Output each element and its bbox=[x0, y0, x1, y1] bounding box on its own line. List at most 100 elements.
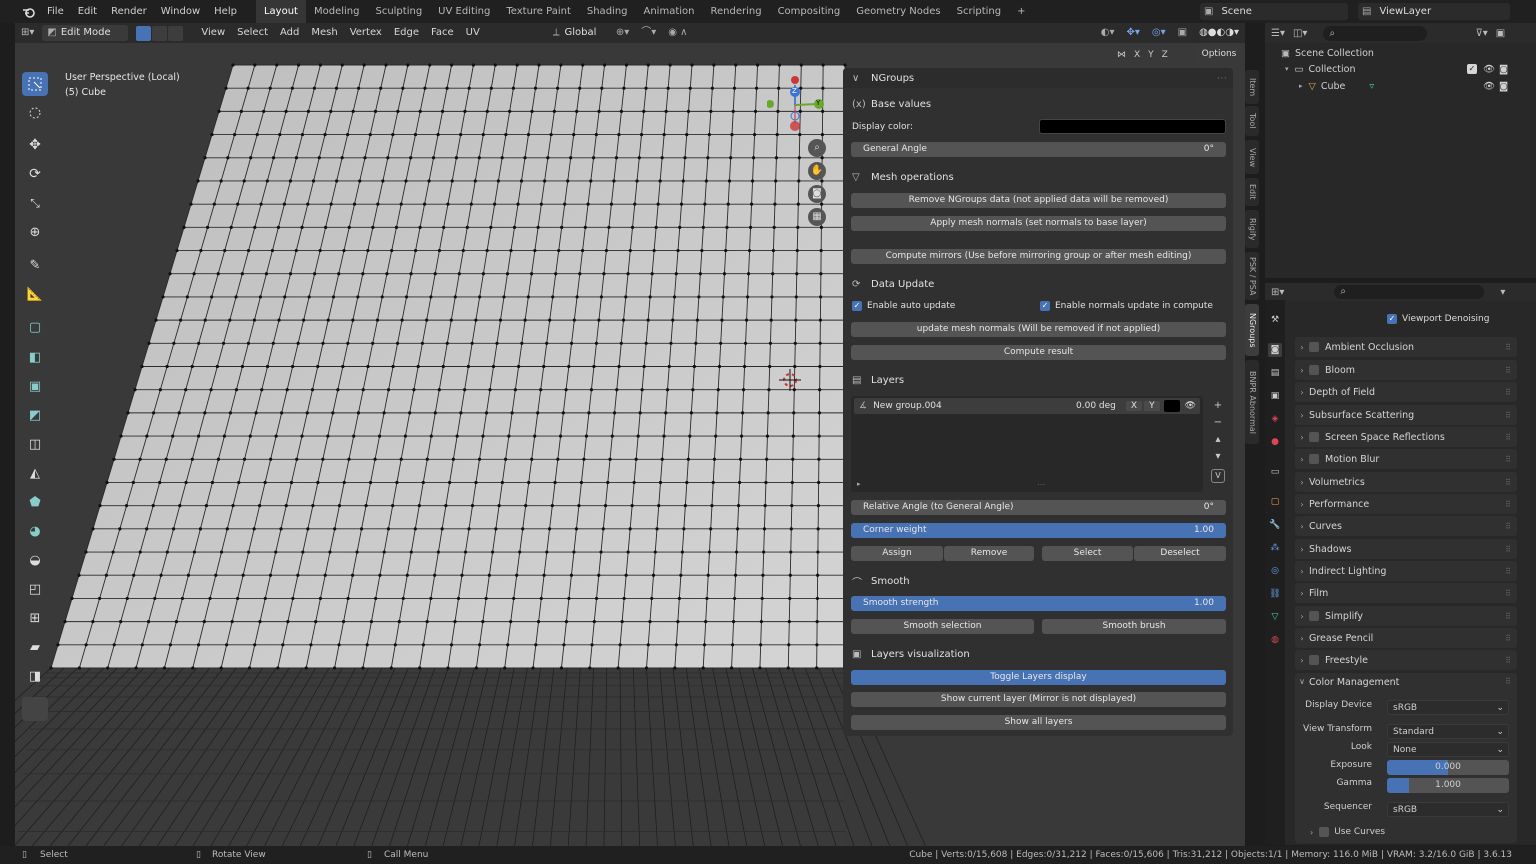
edge-select-icon[interactable] bbox=[152, 25, 168, 41]
auto-update-checkbox[interactable]: ✓ Enable auto update bbox=[852, 301, 955, 311]
blender-logo-icon[interactable] bbox=[18, 0, 40, 23]
exposure-slider[interactable]: 0.000 bbox=[1387, 760, 1509, 775]
scale-icon[interactable]: ⤡ bbox=[22, 191, 48, 215]
move-icon[interactable]: ✥ bbox=[22, 133, 48, 157]
compute-result-button[interactable]: Compute result bbox=[851, 345, 1226, 360]
drag-grip-icon[interactable]: ⠿ bbox=[1505, 634, 1511, 643]
section-curves[interactable]: › Curves ⠿ bbox=[1295, 516, 1517, 536]
transform-orientation-dropdown[interactable]: ⟂ Global bbox=[547, 25, 610, 41]
mesh-data-icon[interactable]: ▿ bbox=[1369, 81, 1374, 92]
proportional-edit-icon[interactable]: ◉ ∧ bbox=[662, 25, 693, 41]
tab-compositing[interactable]: Compositing bbox=[770, 0, 849, 23]
scene-selector[interactable]: ▣ Scene bbox=[1200, 3, 1348, 20]
move-up-icon[interactable]: ▴ bbox=[1211, 431, 1225, 448]
menu-select[interactable]: Select bbox=[231, 25, 274, 41]
drag-grip-icon[interactable]: ⠿ bbox=[1505, 388, 1511, 397]
expand-arrow-icon[interactable]: ▾ bbox=[1285, 65, 1289, 73]
move-down-icon[interactable]: ▾ bbox=[1211, 448, 1225, 465]
shading-modes-icon[interactable]: ◍●◐◑▾ bbox=[1193, 25, 1245, 41]
menu-window[interactable]: Window bbox=[154, 0, 207, 23]
properties-options-icon[interactable]: ▾ bbox=[1500, 287, 1505, 298]
viewport-denoising-checkbox[interactable]: ✓ Viewport Denoising bbox=[1387, 314, 1489, 324]
apply-normals-button[interactable]: Apply mesh normals (set normals to base … bbox=[851, 216, 1226, 231]
add-cube-icon[interactable]: ▢ bbox=[22, 315, 48, 339]
collection-row[interactable]: ▾ ▭ Collection ✓ 👁 ◙ bbox=[1265, 61, 1536, 77]
bevel-icon[interactable]: ◩ bbox=[22, 403, 48, 427]
3d-cursor-icon[interactable] bbox=[779, 369, 801, 391]
rotate-icon[interactable]: ⟳ bbox=[22, 162, 48, 186]
section-checkbox[interactable] bbox=[1309, 611, 1319, 621]
section-indirect-lighting[interactable]: › Indirect Lighting ⠿ bbox=[1295, 561, 1517, 581]
ngroups-header[interactable]: ∨ NGroups ⋯ bbox=[843, 68, 1233, 88]
eye-icon[interactable]: 👁 bbox=[1483, 64, 1495, 75]
tab-shading[interactable]: Shading bbox=[579, 0, 636, 23]
inset-icon[interactable]: ▣ bbox=[22, 374, 48, 398]
constraints-tab-icon[interactable]: ⛓ bbox=[1268, 587, 1282, 601]
tab-psk-psa[interactable]: PSK / PSA bbox=[1245, 252, 1259, 300]
vertex-select-icon[interactable] bbox=[136, 25, 152, 41]
loop-cut-icon[interactable]: ◫ bbox=[22, 432, 48, 456]
mirror-y-toggle[interactable]: Y bbox=[1148, 50, 1154, 60]
snap-icon[interactable]: ⌒▾ bbox=[635, 25, 662, 41]
drag-grip-icon[interactable]: ⠿ bbox=[1505, 478, 1511, 487]
tab-animation[interactable]: Animation bbox=[636, 0, 703, 23]
section-volumetrics[interactable]: › Volumetrics ⠿ bbox=[1295, 472, 1517, 492]
relative-angle-field[interactable]: Relative Angle (to General Angle) 0° bbox=[851, 500, 1226, 515]
edge-slide-icon[interactable]: ◰ bbox=[22, 577, 48, 601]
collection-tab-icon[interactable]: ▭ bbox=[1268, 465, 1282, 479]
camera-render-icon[interactable]: ◙ bbox=[1499, 64, 1508, 75]
drag-grip-icon[interactable]: ⠿ bbox=[1505, 589, 1511, 598]
smooth-strength-slider[interactable]: Smooth strength 1.00 bbox=[851, 596, 1226, 611]
outliner-search-icon[interactable]: ⌕ bbox=[1323, 25, 1428, 41]
smooth-icon[interactable]: ◒ bbox=[22, 548, 48, 572]
tab-bnpr-abnormal[interactable]: BNPR Abnormal bbox=[1245, 360, 1259, 444]
eye-icon[interactable]: 👁 bbox=[1185, 401, 1196, 411]
view-layer-tab-icon[interactable]: ▣ bbox=[1268, 389, 1282, 403]
options-dropdown[interactable]: Options bbox=[1195, 46, 1243, 62]
drag-grip-icon[interactable]: ⠿ bbox=[1505, 500, 1511, 509]
render-tab-icon[interactable]: ◙ bbox=[1268, 343, 1282, 357]
xray-icon[interactable]: ▣ bbox=[1172, 25, 1193, 41]
smooth-selection-button[interactable]: Smooth selection bbox=[851, 619, 1034, 634]
general-angle-field[interactable]: General Angle 0° bbox=[851, 142, 1226, 157]
zoom-icon[interactable]: ⌕ bbox=[808, 139, 826, 157]
modifier-tab-icon[interactable]: 🔧 bbox=[1268, 518, 1282, 532]
layers-header[interactable]: ▤ Layers bbox=[843, 370, 1233, 390]
drag-grip-icon[interactable]: ⠿ bbox=[1505, 567, 1511, 576]
poly-build-icon[interactable]: ⬟ bbox=[22, 490, 48, 514]
show-all-layers-button[interactable]: Show all layers bbox=[851, 715, 1226, 730]
expand-arrow-icon[interactable]: ▸ bbox=[857, 480, 861, 488]
scene-collection-row[interactable]: ▣ Scene Collection bbox=[1265, 45, 1536, 61]
drag-grip-icon[interactable]: ⠿ bbox=[1505, 522, 1511, 531]
look-dropdown[interactable]: None ⌄ bbox=[1387, 742, 1509, 757]
tab-layout[interactable]: Layout bbox=[255, 0, 306, 23]
drag-grip-icon[interactable]: ⠿ bbox=[1505, 411, 1511, 420]
display-device-dropdown[interactable]: sRGB ⌄ bbox=[1387, 700, 1509, 715]
menu-file[interactable]: File bbox=[40, 0, 71, 23]
section-shadows[interactable]: › Shadows ⠿ bbox=[1295, 539, 1517, 559]
normals-update-checkbox[interactable]: ✓ Enable normals update in compute bbox=[1040, 301, 1213, 311]
tab-edit[interactable]: Edit bbox=[1245, 178, 1259, 206]
menu-face[interactable]: Face bbox=[425, 25, 460, 41]
tab-item[interactable]: Item bbox=[1245, 70, 1259, 104]
remove-button[interactable]: Remove bbox=[944, 546, 1034, 561]
particles-tab-icon[interactable]: ⁂ bbox=[1268, 541, 1282, 555]
section-performance[interactable]: › Performance ⠿ bbox=[1295, 494, 1517, 514]
properties-search-icon[interactable]: ⌕ bbox=[1334, 285, 1485, 299]
mirror-x-toggle[interactable]: X bbox=[1134, 50, 1140, 60]
section-checkbox[interactable] bbox=[1309, 432, 1319, 442]
outliner-filter-icon[interactable]: ⊽▾ bbox=[1475, 28, 1487, 39]
annotate-icon[interactable]: ✎ bbox=[22, 253, 48, 277]
cube-row[interactable]: ▸ ▽ Cube ▿ 👁 ◙ bbox=[1265, 78, 1536, 94]
drag-grip-icon[interactable]: ⠿ bbox=[1505, 433, 1511, 442]
extrude-icon[interactable]: ◧ bbox=[22, 345, 48, 369]
tab-scripting[interactable]: Scripting bbox=[949, 0, 1009, 23]
drag-grip-icon[interactable]: ⠿ bbox=[1505, 545, 1511, 554]
use-curves-checkbox[interactable] bbox=[1319, 827, 1330, 837]
tab-sculpting[interactable]: Sculpting bbox=[367, 0, 430, 23]
display-color-swatch[interactable] bbox=[1039, 119, 1226, 134]
material-tab-icon[interactable]: ◍ bbox=[1268, 633, 1282, 647]
editor-type-icon[interactable]: ⊞▾ bbox=[15, 25, 40, 41]
select-button[interactable]: Select bbox=[1042, 546, 1133, 561]
tab-ngroups[interactable]: NGroups bbox=[1245, 304, 1259, 356]
